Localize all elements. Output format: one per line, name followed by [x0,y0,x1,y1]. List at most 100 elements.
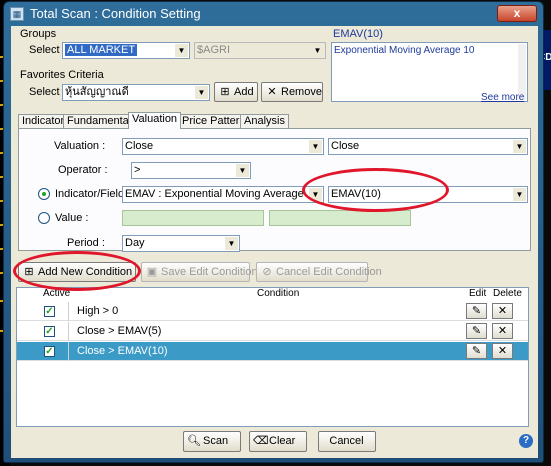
indicator-label: Indicator/Field : [55,188,131,200]
tab-analysis[interactable]: Analysis [240,114,289,128]
remove-icon: ✕ [267,86,277,98]
add-favorite-label: Add [234,86,254,98]
table-row[interactable]: ✓ Close > EMAV(10) ✎ ✕ [17,342,528,361]
delete-x-icon[interactable]: ✕ [492,303,513,319]
valuation-label: Valuation : [54,140,106,152]
add-icon: ⊞ [24,266,34,278]
info-description: Exponential Moving Average 10 [334,45,475,56]
market-select[interactable]: ALL MARKET ▼ [62,42,190,59]
app-icon: ▦ [10,7,24,21]
add-favorite-button[interactable]: ⊞ Add [214,82,258,102]
sector-select: $AGRI ▼ [194,42,326,59]
eraser-icon: ⌫ [253,435,269,447]
favorites-label: Favorites Criteria [20,69,104,81]
condition-text: Close > EMAV(5) [77,325,162,337]
favorites-select[interactable]: หุ้นสัญญาณดี ▼ [62,84,210,101]
edit-pencil-icon[interactable]: ✎ [466,303,487,319]
chevron-down-icon: ▼ [309,188,322,201]
tab-valuation[interactable]: Valuation [128,112,182,129]
title-bar[interactable]: ▦ Total Scan : Condition Setting x [4,2,543,26]
remove-favorite-button[interactable]: ✕ Remove [261,82,323,102]
indicator-param-value: EMAV(10) [331,188,381,200]
help-icon[interactable]: ? [519,434,533,448]
clear-button[interactable]: ⌫Clear [249,431,307,452]
add-new-condition-label: Add New Condition [38,266,133,278]
favorites-select-value: หุ้นสัญญาณดี [65,86,129,98]
see-more-link[interactable]: See more [481,92,524,103]
conditions-grid: Active Condition Edit Delete ✓ High > 0 … [16,287,529,427]
save-edit-condition-button[interactable]: ▣ Save Edit Condition [141,262,258,282]
save-icon: ▣ [146,266,158,278]
scan-button[interactable]: 🔍︎ Scan [183,431,241,452]
save-edit-condition-label: Save Edit Condition [161,266,258,278]
indicator-radio[interactable] [38,188,50,200]
chevron-down-icon: ▼ [513,140,526,153]
scan-label: Scan [203,435,229,447]
add-new-condition-button[interactable]: ⊞ Add New Condition [18,262,136,282]
delete-x-icon[interactable]: ✕ [492,323,513,339]
chevron-down-icon: ▼ [195,86,208,99]
value-field-1 [122,210,264,226]
condition-setting-window: ▦ Total Scan : Condition Setting x Group… [3,1,544,463]
chevron-down-icon: ▼ [236,164,249,177]
chevron-down-icon: ▼ [311,44,324,57]
value-radio[interactable] [38,212,50,224]
header-edit: Edit [469,288,487,299]
favorites-select-label: Select : [29,86,66,98]
table-row[interactable]: ✓ Close > EMAV(5) ✎ ✕ [17,322,528,341]
tab-price-pattern[interactable]: Price Pattern [178,114,250,128]
active-checkbox[interactable]: ✓ [44,306,55,317]
grid-header: Active Condition Edit Delete [17,288,528,301]
edit-pencil-icon[interactable]: ✎ [466,343,487,359]
chevron-down-icon: ▼ [513,188,526,201]
edit-pencil-icon[interactable]: ✎ [466,323,487,339]
tab-indicator[interactable]: Indicator [18,114,69,128]
valuation-select-2-value: Close [331,140,360,152]
operator-select-value: > [134,164,141,176]
chevron-down-icon: ▼ [225,237,238,250]
market-select-value: ALL MARKET [65,44,138,56]
clear-label: Clear [269,435,296,447]
valuation-select-1[interactable]: Close ▼ [122,138,324,155]
indicator-param-select[interactable]: EMAV(10) ▼ [328,186,528,203]
table-row[interactable]: ✓ High > 0 ✎ ✕ [17,302,528,321]
header-condition: Condition [257,288,300,299]
condition-text: High > 0 [77,305,119,317]
magnifier-icon: 🔍︎ [187,435,201,447]
add-icon: ⊞ [220,86,230,98]
cancel-icon: ⊘ [262,266,272,278]
window-title: Total Scan : Condition Setting [30,6,201,21]
condition-text: Close > EMAV(10) [77,345,168,357]
delete-x-icon[interactable]: ✕ [492,343,513,359]
dialog-body: Groups Select : ALL MARKET ▼ $AGRI ▼ Fav… [11,26,538,458]
valuation-select-2[interactable]: Close ▼ [328,138,528,155]
operator-select[interactable]: > ▼ [131,162,251,179]
column-divider [68,322,69,341]
header-delete: Delete [493,288,522,299]
valuation-tab-page: Valuation : Close ▼ Close ▼ Operator : >… [18,128,531,252]
value-label: Value : [55,212,89,224]
period-select[interactable]: Day ▼ [122,235,240,252]
active-checkbox[interactable]: ✓ [44,346,55,357]
close-button[interactable]: x [497,5,537,22]
groups-label: Groups [20,28,57,40]
sector-select-value: $AGRI [197,44,231,56]
indicator-select-value: EMAV : Exponential Moving Average [125,188,304,200]
cancel-button[interactable]: Cancel [318,431,376,452]
groups-select-label: Select : [29,44,66,56]
valuation-select-1-value: Close [125,140,154,152]
cancel-label: Cancel [329,435,364,447]
indicator-select[interactable]: EMAV : Exponential Moving Average ▼ [122,186,324,203]
cancel-edit-condition-button[interactable]: ⊘ Cancel Edit Condition [256,262,382,282]
period-label: Period : [67,237,105,249]
chevron-down-icon: ▼ [175,44,188,57]
value-field-2 [269,210,411,226]
column-divider [68,342,69,361]
tab-fundamental[interactable]: Fundamental [63,114,136,128]
remove-favorite-label: Remove [281,86,322,98]
info-title: EMAV(10) [333,28,383,40]
active-checkbox[interactable]: ✓ [44,326,55,337]
operator-label: Operator : [58,164,108,176]
header-active: Active [43,288,71,299]
cancel-edit-condition-label: Cancel Edit Condition [276,266,382,278]
